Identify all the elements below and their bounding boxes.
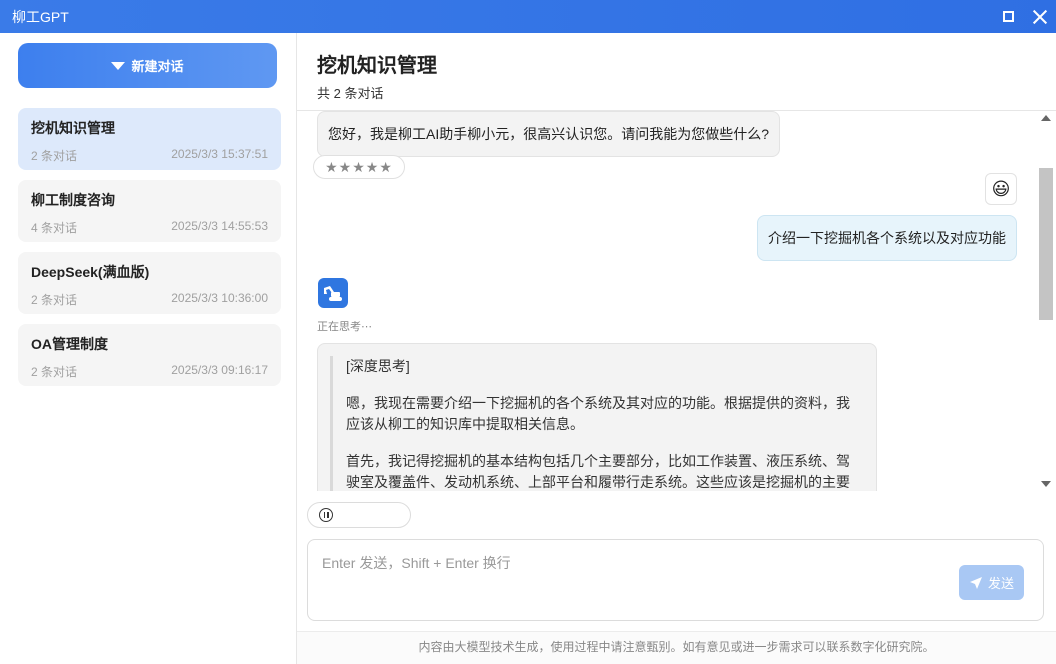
- reasoning-heading: [深度思考]: [346, 358, 410, 374]
- excavator-icon: [324, 286, 342, 301]
- conversation-title: 挖机知识管理: [31, 120, 115, 136]
- pause-icon: [319, 508, 333, 522]
- chat-panel: 挖机知识管理 共 2 条对话 您好，我是柳工AI助手柳小元，很高兴认识您。请问我…: [297, 33, 1056, 664]
- rating-stars[interactable]: ★★★★★: [313, 155, 405, 179]
- message-input[interactable]: [308, 540, 948, 620]
- conversation-count: 2 条对话: [31, 365, 78, 379]
- scrollbar-thumb[interactable]: [1039, 168, 1053, 320]
- reasoning-panel: [深度思考] 嗯，我现在需要介绍一下挖掘机的各个系统及其对应的功能。根据提供的资…: [317, 343, 877, 491]
- conversation-title: 柳工制度咨询: [31, 192, 115, 208]
- reasoning-paragraph: 首先，我记得挖掘机的基本结构包括几个主要部分，比如工作装置、液压系统、驾驶室及覆…: [346, 453, 850, 490]
- conversation-item[interactable]: DeepSeek(满血版) 2 条对话 2025/3/3 10:36:00: [18, 252, 281, 314]
- conversation-time: 2025/3/3 14:55:53: [171, 219, 268, 233]
- caret-down-icon: [111, 61, 126, 70]
- user-message: 介绍一下挖掘机各个系统以及对应功能: [757, 215, 1017, 261]
- disclaimer-footer: 内容由大模型技术生成，使用过程中请注意甄别。如有意见或进一步需求可以联系数字化研…: [297, 631, 1056, 664]
- maximize-icon: [1002, 11, 1014, 22]
- conversation-title: DeepSeek(满血版): [31, 264, 150, 280]
- thinking-status: 正在思考⋯: [317, 321, 372, 333]
- bot-avatar: [318, 278, 348, 308]
- new-chat-button[interactable]: 新建对话: [18, 43, 277, 88]
- conversation-count: 4 条对话: [31, 221, 78, 235]
- message-list[interactable]: 您好，我是柳工AI助手柳小元，很高兴认识您。请问我能为您做些什么? ★★★★★ …: [297, 111, 1056, 491]
- scroll-up-arrow-icon[interactable]: [1041, 115, 1051, 121]
- window-title: 柳工GPT: [12, 8, 69, 25]
- maximize-button[interactable]: [992, 0, 1024, 33]
- chat-header: 挖机知识管理 共 2 条对话: [297, 33, 1056, 111]
- send-label: 发送: [987, 576, 1014, 591]
- reasoning-paragraph: 嗯，我现在需要介绍一下挖掘机的各个系统及其对应的功能。根据提供的资料，我应该从柳…: [346, 395, 850, 432]
- conversation-item[interactable]: 柳工制度咨询 4 条对话 2025/3/3 14:55:53: [18, 180, 281, 242]
- send-icon: [969, 576, 982, 589]
- scroll-down-arrow-icon[interactable]: [1041, 481, 1051, 487]
- new-chat-label: 新建对话: [131, 59, 184, 74]
- send-button[interactable]: 发送: [959, 565, 1024, 600]
- conversation-time: 2025/3/3 15:37:51: [171, 147, 268, 161]
- conversation-item[interactable]: OA管理制度 2 条对话 2025/3/3 09:16:17: [18, 324, 281, 386]
- scrollbar[interactable]: [1039, 115, 1053, 487]
- conversation-count: 2 条对话: [31, 149, 78, 163]
- title-bar: 柳工GPT: [0, 0, 1056, 33]
- sidebar: 新建对话 挖机知识管理 2 条对话 2025/3/3 15:37:51 柳工制度…: [0, 33, 297, 664]
- conversation-title: OA管理制度: [31, 336, 108, 352]
- conversation-count-label: 共 2 条对话: [317, 86, 384, 101]
- conversation-time: 2025/3/3 10:36:00: [171, 291, 268, 305]
- close-button[interactable]: [1024, 0, 1056, 33]
- conversation-time: 2025/3/3 09:16:17: [171, 363, 268, 377]
- close-icon: [1033, 10, 1047, 24]
- bot-message: 您好，我是柳工AI助手柳小元，很高兴认识您。请问我能为您做些什么?: [317, 111, 781, 157]
- conversation-item[interactable]: 挖机知识管理 2 条对话 2025/3/3 15:37:51: [18, 108, 281, 170]
- stop-generating-button[interactable]: [307, 502, 411, 528]
- page-title: 挖机知识管理: [317, 55, 437, 77]
- composer: 发送: [307, 539, 1044, 621]
- user-avatar: 😃: [985, 173, 1017, 205]
- conversation-count: 2 条对话: [31, 293, 78, 307]
